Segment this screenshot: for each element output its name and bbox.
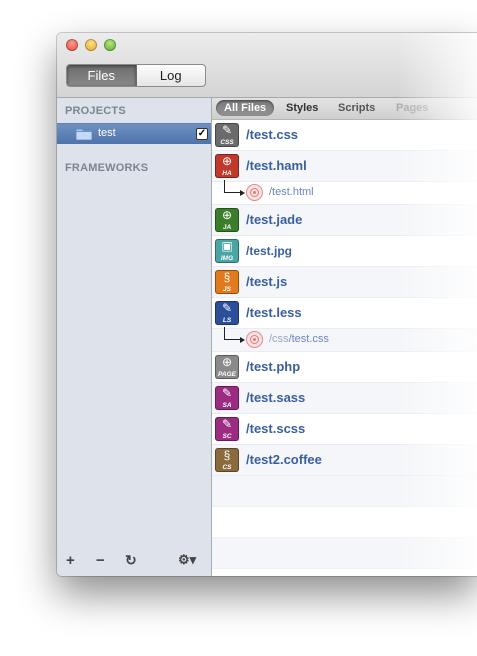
- file-type-icon: § CS: [215, 448, 239, 472]
- file-name: /test2.coffee: [246, 452, 322, 467]
- add-icon[interactable]: +: [66, 552, 75, 569]
- sidebar-bottom-bar: + − ↻ ⚙▾: [57, 546, 211, 576]
- file-type-label: CS: [222, 464, 232, 471]
- output-file-name: /test.html: [269, 186, 314, 198]
- file-glyph-icon: ⊕: [221, 355, 233, 369]
- output-arrow-icon: [224, 180, 245, 196]
- target-icon: [246, 331, 263, 348]
- project-item-test[interactable]: test ✓: [57, 123, 211, 144]
- minimize-window-button[interactable]: [85, 39, 97, 51]
- file-name: /test.jade: [246, 212, 303, 227]
- filter-pages[interactable]: Pages: [396, 102, 428, 114]
- file-type-label: LS: [222, 317, 232, 324]
- file-row[interactable]: ✎ LS/test.less: [212, 298, 477, 329]
- file-type-label: SC: [222, 433, 232, 440]
- file-row[interactable]: ▣ IMG/test.jpg: [212, 236, 477, 267]
- file-row[interactable]: ⊕ JA/test.jade: [212, 205, 477, 236]
- filter-bar: All Files Styles Scripts Pages: [212, 98, 477, 120]
- project-name: test: [98, 127, 116, 139]
- file-type-label: HA: [222, 170, 232, 177]
- files-tab[interactable]: Files: [67, 65, 137, 86]
- file-glyph-icon: ⊕: [221, 208, 233, 222]
- file-name: /test.scss: [246, 421, 306, 436]
- file-row[interactable]: ✎ SC/test.scss: [212, 414, 477, 445]
- file-glyph-icon: ▣: [221, 239, 233, 253]
- file-type-icon: ✎ CSS: [215, 123, 239, 147]
- file-glyph-icon: ✎: [221, 386, 233, 400]
- file-list: ✎ CSS/test.css ⊕ HA/test.haml/test.html ⊕ JA /…: [212, 120, 477, 569]
- file-type-icon: § JS: [215, 270, 239, 294]
- file-type-icon: ✎ LS: [215, 301, 239, 325]
- file-name: /test.php: [246, 359, 301, 374]
- output-path-prefix: /css: [269, 333, 289, 345]
- file-name: /test.sass: [246, 390, 306, 405]
- output-path: /css/test.css: [269, 333, 329, 345]
- zoom-window-button[interactable]: [104, 39, 116, 51]
- output-file-name: /test.css: [288, 333, 329, 345]
- file-row[interactable]: ✎ SA/test.sass: [212, 383, 477, 414]
- close-window-button[interactable]: [66, 39, 78, 51]
- file-type-icon: ⊕ PAGE: [215, 355, 239, 379]
- output-path: /test.html: [269, 186, 314, 198]
- remove-icon[interactable]: −: [96, 552, 105, 569]
- file-name: /test.css: [246, 127, 299, 142]
- file-type-label: SA: [222, 402, 232, 409]
- refresh-icon[interactable]: ↻: [125, 552, 137, 569]
- file-glyph-icon: ✎: [221, 301, 233, 315]
- file-type-icon: ▣ IMG: [215, 239, 239, 263]
- empty-row: [212, 507, 477, 538]
- file-name: /test.less: [246, 305, 302, 320]
- file-type-label: JA: [222, 224, 232, 231]
- file-row[interactable]: ⊕ PAGE/test.php: [212, 352, 477, 383]
- file-row[interactable]: ⊕ HA/test.haml: [212, 151, 477, 182]
- file-type-icon: ⊕ JA: [215, 208, 239, 232]
- file-type-icon: ✎ SC: [215, 417, 239, 441]
- target-icon: [246, 184, 263, 201]
- file-list-pane: All Files Styles Scripts Pages ✎ CSS/test…: [212, 98, 477, 576]
- file-name: /test.js: [246, 274, 288, 289]
- file-glyph-icon: §: [223, 270, 231, 284]
- file-name: /test.jpg: [246, 244, 293, 258]
- projects-header: PROJECTS: [65, 105, 126, 117]
- project-enabled-checkbox[interactable]: ✓: [196, 128, 208, 140]
- file-type-label: JS: [223, 286, 231, 293]
- app-window: Files Log PROJECTS test ✓ FRAMEWORKS + −…: [57, 33, 477, 576]
- output-arrow-icon: [224, 327, 245, 343]
- file-type-icon: ⊕ HA: [215, 154, 239, 178]
- empty-row: [212, 476, 477, 507]
- filter-styles[interactable]: Styles: [286, 102, 318, 114]
- file-glyph-icon: ✎: [221, 123, 233, 137]
- folder-icon: [76, 128, 92, 140]
- file-row[interactable]: § CS/test2.coffee: [212, 445, 477, 476]
- empty-row: [212, 538, 477, 569]
- output-file-row[interactable]: /test.html: [212, 180, 477, 205]
- file-type-label: PAGE: [218, 371, 236, 378]
- view-segmented-control: Files Log: [66, 64, 206, 87]
- log-tab[interactable]: Log: [137, 65, 206, 86]
- filter-all-files[interactable]: All Files: [216, 100, 275, 116]
- file-glyph-icon: ⊕: [221, 154, 233, 168]
- frameworks-header: FRAMEWORKS: [65, 162, 149, 174]
- file-row[interactable]: § JS/test.js: [212, 267, 477, 298]
- file-type-label: CSS: [220, 139, 234, 146]
- file-type-label: IMG: [220, 255, 234, 262]
- output-file-row[interactable]: /css/test.css: [212, 327, 477, 352]
- file-type-icon: ✎ SA: [215, 386, 239, 410]
- gear-icon[interactable]: ⚙▾: [178, 552, 196, 568]
- sidebar: PROJECTS test ✓ FRAMEWORKS + − ↻ ⚙▾: [57, 98, 212, 576]
- file-name: /test.haml: [246, 158, 307, 173]
- file-row[interactable]: ✎ CSS/test.css: [212, 120, 477, 151]
- file-glyph-icon: ✎: [221, 417, 233, 431]
- filter-scripts[interactable]: Scripts: [338, 102, 375, 114]
- title-bar: Files Log: [57, 33, 477, 98]
- file-glyph-icon: §: [223, 448, 231, 462]
